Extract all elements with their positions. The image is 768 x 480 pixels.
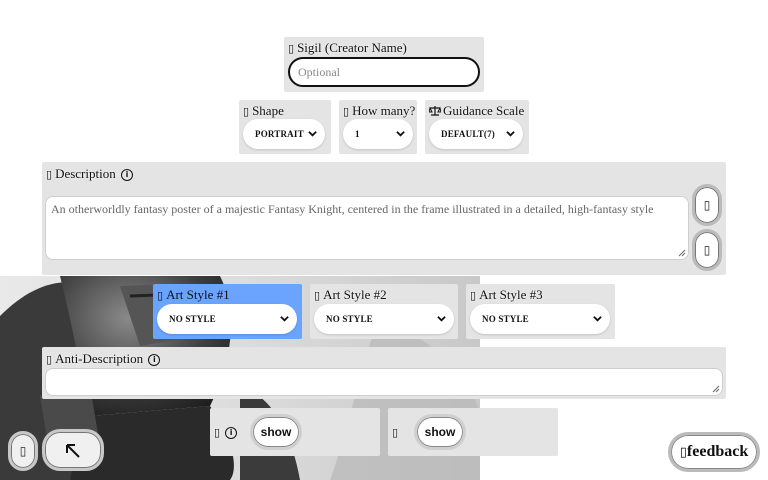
arrow-up-left-icon: [66, 444, 80, 458]
description-text: An otherworldly fantasy poster of a maje…: [51, 202, 654, 216]
how-many-label: ▯ How many?: [343, 103, 415, 119]
anti-description-panel: ▯ Anti-Description i: [42, 347, 726, 399]
chevron-down-icon: [506, 131, 515, 137]
description-side-button-top[interactable]: ▯: [692, 184, 722, 226]
description-textarea[interactable]: An otherworldly fantasy poster of a maje…: [45, 196, 689, 260]
description-label-text: Description: [55, 166, 116, 181]
art-style-3-label: ▯ Art Style #3: [470, 287, 543, 303]
glyph-icon: ▯: [19, 444, 27, 458]
glyph-icon: ▯: [343, 105, 350, 118]
feedback-button[interactable]: ▯feedback: [668, 432, 760, 472]
info-icon[interactable]: i: [225, 427, 238, 439]
anti-description-textarea[interactable]: [45, 368, 723, 396]
art-style-1-value: NO STYLE: [169, 314, 216, 324]
art-style-1-label: ▯ Art Style #1: [157, 287, 230, 303]
art-style-2-label: ▯ Art Style #2: [314, 287, 387, 303]
glyph-icon: ▯: [243, 105, 250, 118]
art-style-2-select[interactable]: NO STYLE: [314, 304, 454, 334]
glyph-icon: ▯: [157, 289, 164, 302]
glyph-icon: ▯: [392, 426, 399, 439]
shape-select-value: PORTRAIT: [255, 129, 304, 139]
glyph-icon: ▯: [46, 353, 53, 366]
how-many-panel: ▯ How many? 1: [339, 100, 417, 154]
art-style-3-value: NO STYLE: [482, 314, 529, 324]
toggle-panel-1: ▯ i show: [210, 408, 380, 456]
shape-label: ▯ Shape: [243, 103, 284, 119]
glyph-icon: ▯: [214, 426, 221, 439]
chevron-down-icon: [308, 131, 317, 137]
toggle-panel-2-label: ▯: [392, 424, 401, 440]
art-style-2-panel: ▯ Art Style #2 NO STYLE: [310, 284, 458, 339]
description-panel: ▯ Description i An otherworldly fantasy p…: [42, 162, 726, 275]
chevron-down-icon: [280, 316, 289, 322]
show-button[interactable]: show: [414, 414, 466, 450]
glyph-icon: ▯: [46, 168, 53, 181]
chevron-down-icon: [396, 131, 405, 137]
resize-grip-icon[interactable]: [678, 249, 686, 257]
resize-grip-icon[interactable]: [712, 385, 720, 393]
corner-glyph-button[interactable]: ▯: [8, 431, 38, 471]
guidance-label-text: Guidance Scale: [443, 103, 525, 118]
guidance-select-value: DEFAULT(7): [441, 129, 496, 139]
feedback-label: feedback: [686, 443, 749, 460]
anti-description-label-text: Anti-Description: [55, 351, 144, 366]
art-style-3-label-text: Art Style #3: [479, 287, 543, 302]
art-style-3-select[interactable]: NO STYLE: [470, 304, 610, 334]
glyph-icon: ▯: [314, 289, 321, 302]
show-button[interactable]: show: [250, 414, 302, 450]
art-style-1-panel: ▯ Art Style #1 NO STYLE: [153, 284, 302, 339]
chevron-down-icon: [437, 316, 446, 322]
toggle-panel-1-label: ▯ i: [214, 424, 238, 440]
glyph-icon: ▯: [679, 445, 687, 460]
toggle-panel-2: ▯ show: [388, 408, 558, 456]
art-style-1-select[interactable]: NO STYLE: [157, 304, 297, 334]
art-style-1-label-text: Art Style #1: [166, 287, 230, 302]
sigil-input[interactable]: Optional: [288, 57, 480, 87]
art-style-2-label-text: Art Style #2: [323, 287, 387, 302]
sigil-label: ▯ Sigil (Creator Name): [288, 40, 407, 56]
sigil-label-text: Sigil (Creator Name): [297, 40, 407, 55]
description-side-button-bottom[interactable]: ▯: [692, 229, 722, 271]
art-style-2-value: NO STYLE: [326, 314, 373, 324]
how-many-label-text: How many?: [352, 103, 416, 118]
shape-label-text: Shape: [252, 103, 284, 118]
glyph-icon: ▯: [288, 42, 295, 55]
info-icon[interactable]: i: [148, 354, 161, 366]
description-label: ▯ Description i: [46, 166, 133, 182]
how-many-select[interactable]: 1: [343, 119, 413, 149]
scale-icon: [428, 106, 442, 116]
guidance-label: Guidance Scale: [428, 103, 525, 119]
chevron-down-icon: [593, 316, 602, 322]
shape-select[interactable]: PORTRAIT: [243, 119, 325, 149]
info-icon[interactable]: i: [120, 169, 133, 181]
guidance-panel: Guidance Scale DEFAULT(7): [425, 100, 529, 154]
anti-description-label: ▯ Anti-Description i: [46, 351, 161, 367]
guidance-select[interactable]: DEFAULT(7): [429, 119, 523, 149]
glyph-icon: ▯: [470, 289, 477, 302]
art-style-3-panel: ▯ Art Style #3 NO STYLE: [466, 284, 615, 339]
how-many-select-value: 1: [355, 129, 360, 139]
expand-button[interactable]: [42, 429, 104, 471]
shape-panel: ▯ Shape PORTRAIT: [239, 100, 331, 154]
